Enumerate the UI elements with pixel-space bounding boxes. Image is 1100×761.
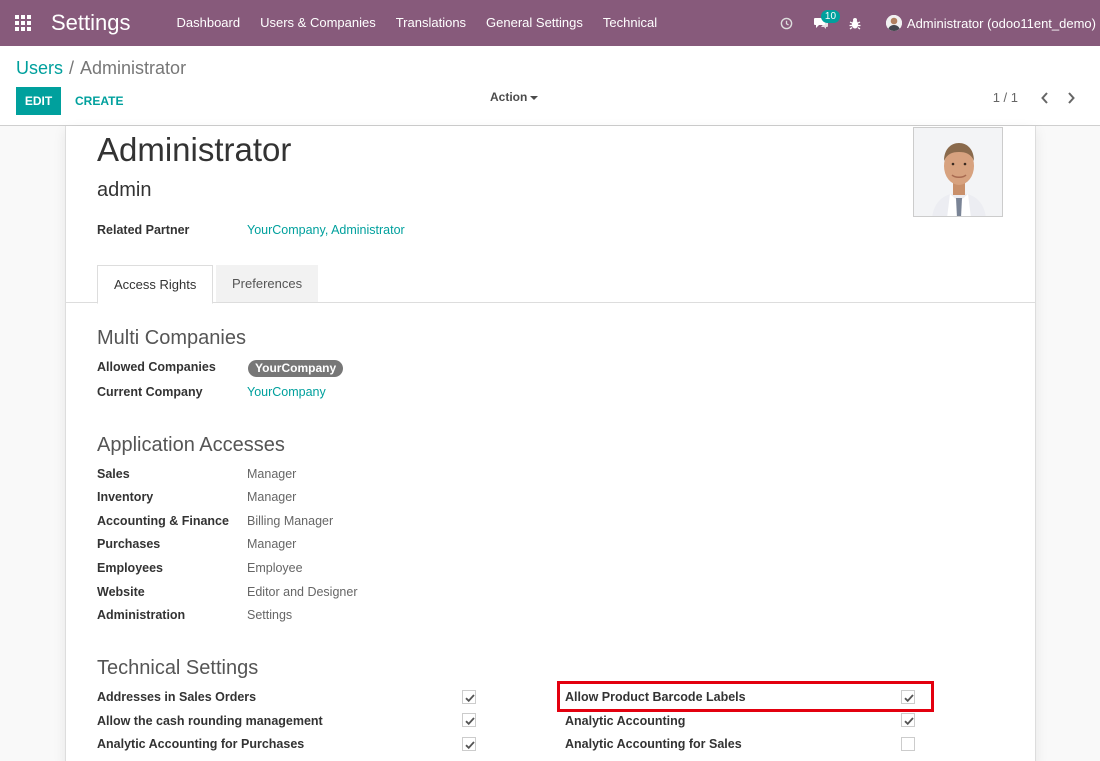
current-company-link[interactable]: YourCompany (247, 385, 326, 399)
breadcrumb-separator: / (69, 58, 75, 78)
access-value-sales: Manager (247, 467, 297, 481)
tech-label-analytic-sales: Analytic Accounting for Sales (565, 737, 742, 751)
technical-settings-title: Technical Settings (97, 657, 259, 679)
highlight-box (557, 681, 934, 712)
control-panel: Users / Administrator EDIT CREATE Action 1… (0, 46, 1100, 126)
checkbox-analytic-accounting[interactable] (901, 713, 915, 727)
create-button[interactable]: CREATE (67, 87, 131, 115)
checkbox-cash-rounding[interactable] (462, 713, 476, 727)
edit-button[interactable]: EDIT (16, 87, 61, 115)
top-navbar: Settings Dashboard Users & Companies Tra… (0, 0, 1100, 46)
menu-technical[interactable]: Technical (593, 0, 667, 46)
apps-menu-icon[interactable] (0, 0, 46, 46)
main-menu: Dashboard Users & Companies Translations… (167, 0, 668, 46)
related-partner-link[interactable]: YourCompany, Administrator (247, 223, 405, 237)
menu-translations[interactable]: Translations (386, 0, 476, 46)
access-label-sales: Sales (97, 467, 130, 481)
activity-clock-icon[interactable] (770, 0, 804, 46)
related-partner-label: Related Partner (97, 223, 190, 237)
menu-general-settings[interactable]: General Settings (476, 0, 593, 46)
access-value-employees: Employee (247, 561, 303, 575)
access-label-website: Website (97, 585, 145, 599)
access-value-accounting: Billing Manager (247, 514, 334, 528)
allowed-company-tag[interactable]: YourCompany (248, 360, 344, 377)
user-login: admin (97, 179, 152, 201)
checkbox-addresses-in-sales-orders[interactable] (462, 690, 476, 704)
chevron-left-icon[interactable] (1032, 91, 1058, 104)
tech-label-analytic-purchases: Analytic Accounting for Purchases (97, 737, 305, 751)
chevron-right-icon[interactable] (1058, 91, 1084, 104)
app-title: Settings (51, 10, 131, 35)
pager: 1 / 1 (993, 90, 1084, 105)
user-menu[interactable]: Administrator (odoo11ent_demo) (885, 15, 1096, 31)
multi-companies-title: Multi Companies (97, 327, 246, 349)
form-sheet: Administrator admin Related Partner Your… (65, 126, 1036, 761)
checkbox-analytic-purchases[interactable] (462, 737, 476, 751)
debug-bug-icon[interactable] (838, 0, 872, 46)
tech-label-addresses-in-sales-orders: Addresses in Sales Orders (97, 690, 257, 704)
breadcrumb-users-link[interactable]: Users (16, 58, 63, 78)
access-value-purchases: Manager (247, 537, 297, 551)
checkbox-analytic-sales[interactable] (901, 737, 915, 751)
tech-label-cash-rounding: Allow the cash rounding management (97, 714, 323, 728)
menu-dashboard[interactable]: Dashboard (167, 0, 251, 46)
application-accesses-title: Application Accesses (97, 434, 285, 456)
current-company-label: Current Company (97, 385, 203, 399)
user-avatar (885, 15, 902, 31)
tab-preferences[interactable]: Preferences (216, 265, 319, 302)
action-label: Action (490, 90, 528, 104)
breadcrumb-current: Administrator (80, 58, 187, 78)
breadcrumb: Users / Administrator (16, 58, 186, 79)
access-label-purchases: Purchases (97, 537, 161, 551)
access-value-website: Editor and Designer (247, 585, 358, 599)
access-label-accounting: Accounting & Finance (97, 514, 229, 528)
user-name: Administrator (odoo11ent_demo) (906, 15, 1096, 31)
systray: 10 Administrator (odoo11ent_demo) (770, 0, 1096, 46)
notebook-tabs: Access Rights Preferences (66, 265, 1035, 304)
tech-label-analytic-accounting: Analytic Accounting (565, 714, 686, 728)
caret-down-icon (530, 95, 539, 100)
access-label-inventory: Inventory (97, 490, 154, 504)
user-photo[interactable] (913, 127, 1003, 217)
access-value-administration: Settings (247, 608, 293, 622)
access-label-employees: Employees (97, 561, 164, 575)
messages-icon[interactable]: 10 (804, 0, 841, 46)
tab-access-rights[interactable]: Access Rights (97, 265, 214, 304)
access-label-administration: Administration (97, 608, 186, 622)
access-value-inventory: Manager (247, 490, 297, 504)
action-dropdown[interactable]: Action (490, 90, 539, 104)
pager-value[interactable]: 1 / 1 (993, 90, 1018, 105)
allowed-companies-label: Allowed Companies (97, 360, 216, 374)
user-name-title: Administrator (97, 131, 292, 168)
menu-users-companies[interactable]: Users & Companies (250, 0, 386, 46)
